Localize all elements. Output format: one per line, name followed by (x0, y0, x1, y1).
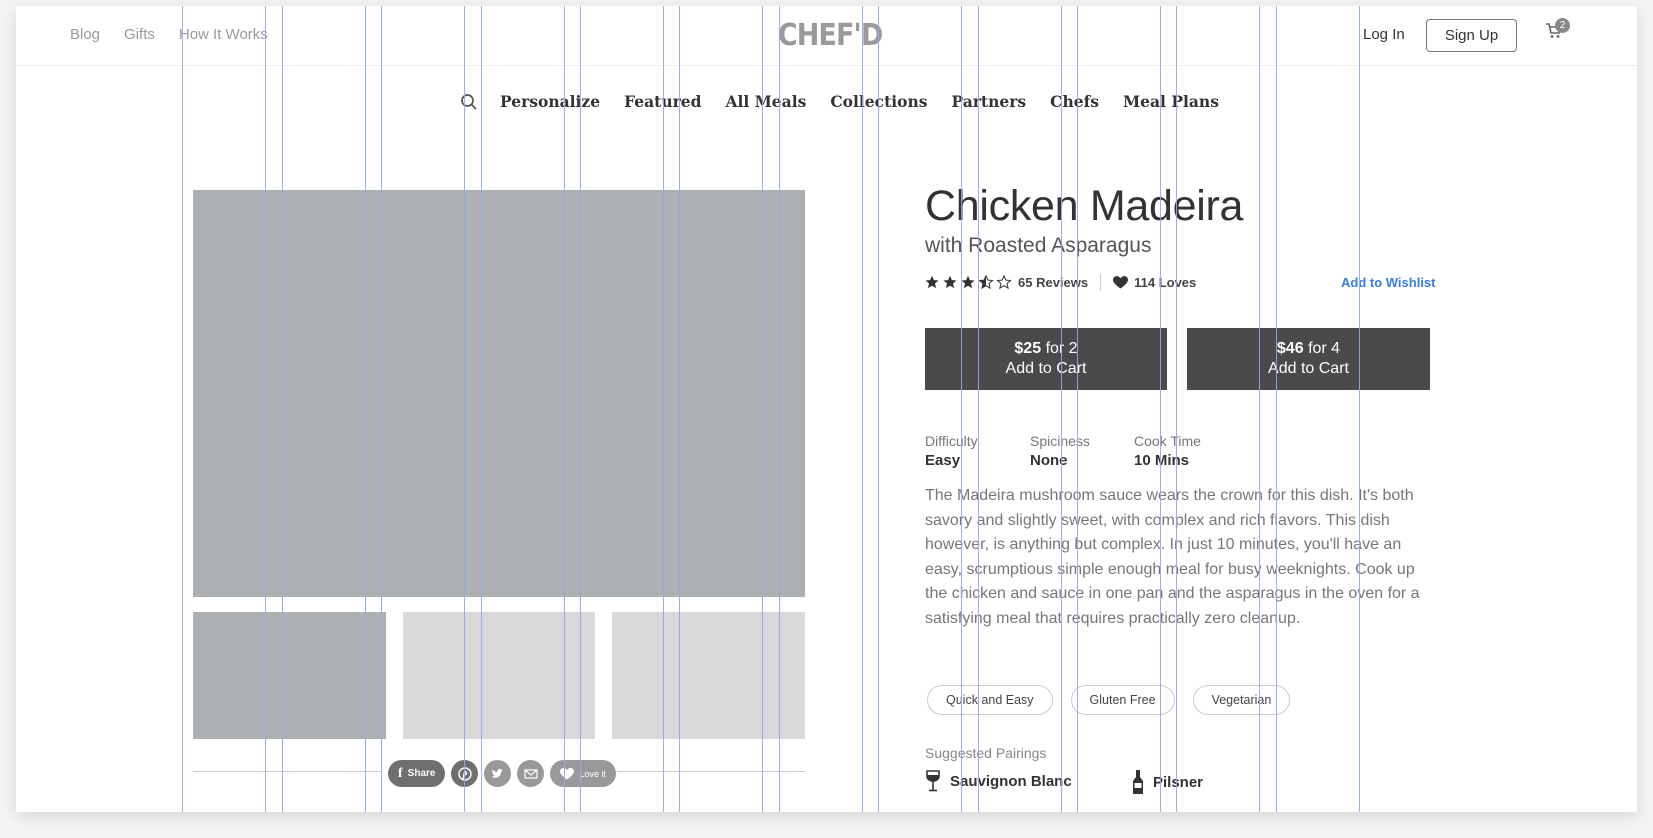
price-line: $46 for 4 (1277, 339, 1340, 359)
column-guide (1160, 6, 1161, 812)
utility-nav: Blog Gifts How It Works (70, 26, 268, 43)
spec-value: None (1030, 452, 1068, 469)
facebook-icon: f (398, 765, 403, 781)
tag-gluten-free[interactable]: Gluten Free (1070, 685, 1175, 715)
loves-count: 114 Loves (1134, 275, 1197, 290)
column-guide (1276, 6, 1277, 812)
column-guide (564, 6, 565, 812)
spec-spiciness: Spiciness None (1030, 433, 1134, 469)
tag-list: Quick and Easy Gluten Free Vegetarian (927, 685, 1291, 715)
nav-partners[interactable]: Partners (951, 92, 1026, 111)
pairing-name: Sauvignon Blanc (950, 772, 1072, 790)
column-guide (679, 6, 680, 812)
blog-link[interactable]: Blog (70, 26, 100, 43)
twitter-icon (491, 768, 503, 778)
pairings-heading: Suggested Pairings (925, 745, 1047, 761)
nav-personalize[interactable]: Personalize (500, 92, 600, 111)
column-guide (580, 6, 581, 812)
column-guide (779, 6, 780, 812)
hero-image[interactable] (193, 190, 805, 597)
signup-button[interactable]: Sign Up (1426, 19, 1517, 52)
top-bar: Blog Gifts How It Works CHEF'D Log In Si… (16, 6, 1637, 66)
star-rating[interactable] (925, 275, 1013, 290)
add-to-cart-label: Add to Cart (1005, 360, 1087, 377)
column-guide (464, 6, 465, 812)
add-to-cart-label: Add to Cart (1268, 360, 1349, 377)
main-nav: Personalize Featured All Meals Collectio… (460, 92, 1243, 111)
price: $46 (1276, 340, 1304, 357)
column-guide (762, 6, 763, 812)
login-link[interactable]: Log In (1363, 26, 1405, 43)
search-icon[interactable] (460, 93, 478, 111)
how-it-works-link[interactable]: How It Works (179, 26, 268, 43)
column-guide (282, 6, 283, 812)
heart-icon (1113, 276, 1129, 289)
stars-icon (925, 275, 1011, 289)
column-guide (265, 6, 266, 812)
spec-value: 10 Mins (1134, 452, 1190, 469)
love-it-label: Love it (579, 768, 606, 779)
spec-label: Cook Time (1134, 433, 1201, 449)
heart-icon (560, 767, 575, 779)
column-guide (878, 6, 879, 812)
rating-divider (1100, 274, 1102, 291)
pairing-beer[interactable]: Pilsner (1132, 770, 1203, 795)
chefd-logo[interactable]: CHEF'D (778, 18, 883, 53)
spec-label: Spiciness (1030, 433, 1090, 449)
column-guide (182, 6, 183, 812)
add-to-cart-for-4-button[interactable]: $46 for 4 Add to Cart (1187, 328, 1430, 390)
thumbnail-3[interactable] (612, 612, 805, 739)
twitter-button[interactable] (484, 760, 512, 787)
column-guide (862, 6, 863, 812)
social-share-bar: f Share Love it (388, 760, 616, 787)
share-label: Share (407, 768, 436, 779)
column-guide (1259, 6, 1260, 812)
spec-cook-time: Cook Time 10 Mins (1134, 433, 1201, 469)
mail-icon (524, 768, 538, 779)
column-guide (1359, 6, 1360, 812)
column-guide (481, 6, 482, 812)
column-guide (961, 6, 962, 812)
cart-count-badge: 2 (1555, 18, 1570, 33)
nav-meal-plans[interactable]: Meal Plans (1123, 92, 1219, 111)
product-description: The Madeira mushroom sauce wears the cro… (925, 487, 1420, 627)
facebook-share-button[interactable]: f Share (388, 760, 446, 787)
column-guide (978, 6, 979, 812)
nav-all-meals[interactable]: All Meals (725, 92, 806, 111)
beer-bottle-icon (1133, 770, 1143, 794)
column-guide (1077, 6, 1078, 812)
price-line: $25 for 2 (1014, 339, 1077, 359)
share-divider-right (617, 771, 805, 772)
column-guide (1176, 6, 1177, 812)
nav-chefs[interactable]: Chefs (1050, 92, 1099, 111)
tag-quick-and-easy[interactable]: Quick and Easy (927, 685, 1053, 715)
page-frame: Blog Gifts How It Works CHEF'D Log In Si… (16, 6, 1637, 812)
column-guide (663, 6, 664, 812)
product-subtitle: with Roasted Asparagus (925, 234, 1152, 257)
serves: for 4 (1308, 340, 1341, 357)
column-guide (365, 6, 366, 812)
pairing-wine[interactable]: Sauvignon Blanc (925, 770, 1072, 792)
email-button[interactable] (517, 760, 545, 787)
thumbnail-1[interactable] (193, 612, 386, 739)
love-it-button[interactable]: Love it (550, 760, 616, 787)
product-title: Chicken Madeira (925, 182, 1244, 230)
add-to-wishlist-link[interactable]: Add to Wishlist (1341, 275, 1436, 290)
column-guide (381, 6, 382, 812)
wine-glass-icon (926, 770, 940, 792)
thumbnail-2[interactable] (403, 612, 595, 739)
price: $25 (1014, 340, 1042, 357)
gifts-link[interactable]: Gifts (124, 26, 155, 43)
column-guide (1061, 6, 1062, 812)
share-divider-left (193, 771, 381, 772)
